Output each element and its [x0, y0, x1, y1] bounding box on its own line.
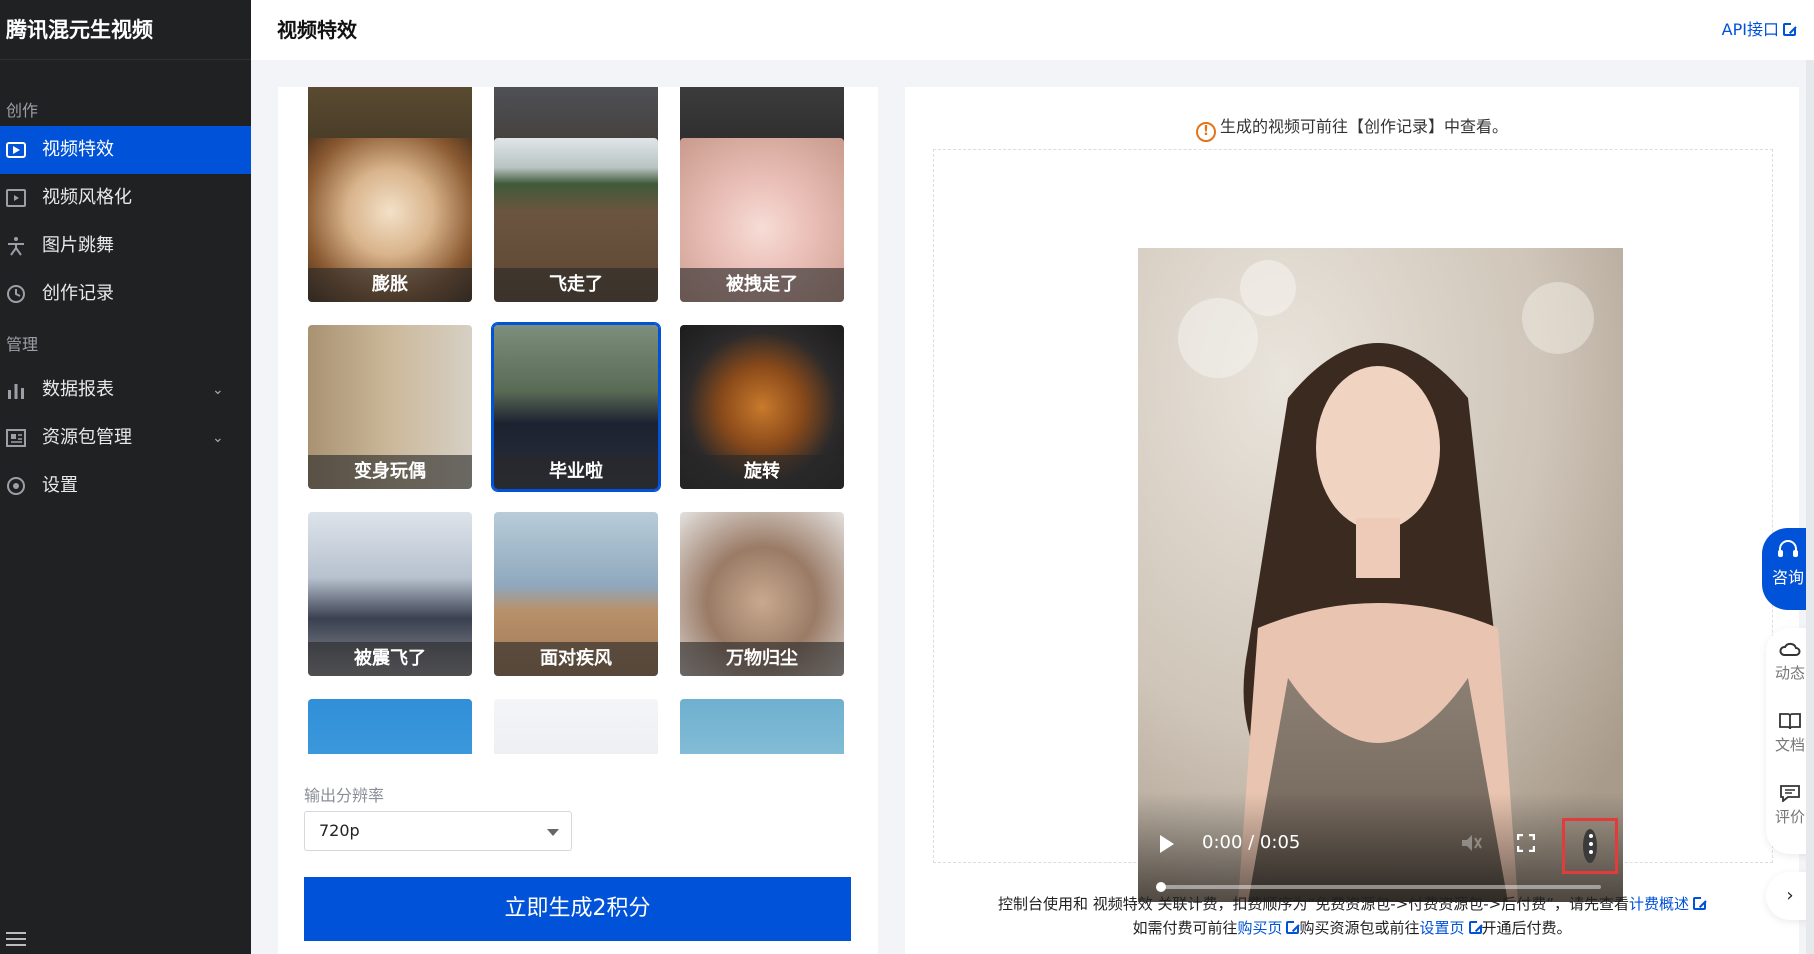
sidebar-item-label: 数据报表	[42, 379, 114, 400]
sidebar-item-video-effects[interactable]: 视频特效	[0, 126, 251, 174]
effect-label: 毕业啦	[494, 455, 658, 489]
notice-bar: ! 生成的视频可前往【创作记录】中查看。	[905, 113, 1799, 142]
effect-label: 膨胀	[308, 268, 472, 302]
effect-tile-inflate[interactable]: 膨胀	[306, 136, 474, 304]
sidebar-item-label: 视频特效	[42, 139, 114, 160]
video-effect-icon	[6, 142, 26, 158]
external-link-icon	[1693, 896, 1708, 910]
nav-group-create: 创作	[6, 101, 39, 120]
dropdown-arrow-icon	[547, 829, 559, 836]
settings-icon	[7, 477, 25, 495]
payment-note-text: 开通后付费。	[1481, 919, 1572, 937]
video-controls: 0:00 / 0:05	[1138, 792, 1623, 902]
sidebar-item-label: 图片跳舞	[42, 235, 114, 256]
collapse-menu-icon[interactable]	[6, 932, 26, 946]
effect-tile-facing-wind[interactable]: 面对疾风	[492, 510, 660, 678]
api-link-label: API接口	[1721, 20, 1779, 39]
effect-tile-pulled-away[interactable]: 被拽走了	[678, 136, 846, 304]
page-scrollbar[interactable]	[1806, 60, 1814, 954]
effect-tile-doll[interactable]: 变身玩偶	[306, 323, 474, 491]
resolution-select[interactable]: 720p	[304, 811, 572, 851]
resolution-value: 720p	[319, 821, 360, 840]
settings-page-link[interactable]: 设置页	[1420, 919, 1465, 937]
effect-tile-fly-away[interactable]: 飞走了	[492, 136, 660, 304]
effect-tile-partial[interactable]	[678, 697, 846, 754]
effect-label: 飞走了	[494, 268, 658, 302]
effect-tile-partial[interactable]	[306, 697, 474, 754]
history-icon	[7, 285, 25, 303]
effects-grid: 膨胀 飞走了 被拽走了 变身玩偶 毕业啦 旋转 被震飞了 面对疾风 万物归尘	[306, 87, 852, 754]
external-link-icon	[1468, 920, 1483, 934]
book-icon	[1779, 713, 1801, 730]
preview-panel: ! 生成的视频可前往【创作记录】中查看。 0:00 / 0:05 控制台使用和 …	[905, 87, 1799, 954]
effects-panel: 膨胀 飞走了 被拽走了 变身玩偶 毕业啦 旋转 被震飞了 面对疾风 万物归尘 输…	[278, 87, 878, 954]
effect-label: 面对疾风	[494, 642, 658, 676]
chevron-down-icon: ⌄	[212, 430, 224, 446]
brand-title: 腾讯混元生视频	[0, 0, 251, 60]
sidebar: 腾讯混元生视频 创作 视频特效 视频风格化 图片跳舞 创作记录 管理 数据报表 …	[0, 0, 251, 954]
generate-button[interactable]: 立即生成2积分	[304, 877, 851, 941]
effect-label: 被拽走了	[680, 268, 844, 302]
sidebar-item-packages[interactable]: 资源包管理 ⌄	[0, 414, 251, 462]
effect-tile-graduation[interactable]: 毕业啦	[492, 323, 660, 491]
more-options-button[interactable]	[1562, 818, 1618, 874]
cloud-icon	[1779, 642, 1801, 656]
notice-text: 生成的视频可前往【创作记录】中查看。	[1219, 117, 1508, 136]
effect-label: 旋转	[680, 455, 844, 489]
effect-tile-partial[interactable]	[492, 697, 660, 754]
sidebar-item-video-stylize[interactable]: 视频风格化	[0, 174, 251, 222]
external-link-icon	[1286, 920, 1301, 934]
payment-note: 如需付费可前往购买页 购买资源包或前往设置页 开通后付费。	[905, 917, 1799, 938]
external-link-icon	[1783, 22, 1797, 36]
nav-group-manage: 管理	[6, 335, 39, 354]
fullscreen-icon[interactable]	[1517, 834, 1535, 852]
sidebar-item-reports[interactable]: 数据报表 ⌄	[0, 366, 251, 414]
video-player[interactable]: 0:00 / 0:05	[1138, 248, 1623, 902]
bar-chart-icon	[8, 384, 24, 399]
billing-note-text: 控制台使用和 视频特效 关联计费，扣费顺序为“免费资源包->付费资源包->后付费…	[997, 895, 1630, 913]
video-progress-bar[interactable]	[1156, 882, 1601, 892]
play-icon[interactable]	[1160, 835, 1174, 853]
purchase-page-link[interactable]: 购买页	[1237, 919, 1282, 937]
sidebar-item-history[interactable]: 创作记录	[0, 270, 251, 318]
billing-note: 控制台使用和 视频特效 关联计费，扣费顺序为“免费资源包->付费资源包->后付费…	[905, 893, 1799, 914]
effect-label: 被震飞了	[308, 642, 472, 676]
effect-tile-blown-away[interactable]: 被震飞了	[306, 510, 474, 678]
sidebar-item-image-dance[interactable]: 图片跳舞	[0, 222, 251, 270]
payment-note-text: 如需付费可前往	[1132, 919, 1238, 937]
effect-tile-rotate[interactable]: 旋转	[678, 323, 846, 491]
sidebar-item-label: 视频风格化	[42, 187, 132, 208]
volume-icon[interactable]	[1460, 832, 1482, 854]
warning-icon: !	[1195, 122, 1216, 142]
preview-area: 0:00 / 0:05	[933, 149, 1773, 902]
api-link[interactable]: API接口	[1721, 16, 1797, 40]
chevron-down-icon: ⌄	[212, 382, 224, 398]
payment-note-text: 购买资源包或前往	[1299, 919, 1420, 937]
comment-icon	[1780, 785, 1800, 803]
package-icon	[6, 429, 26, 447]
video-time: 0:00 / 0:05	[1202, 832, 1301, 853]
chevron-right-icon: ›	[1786, 885, 1794, 906]
effect-tile-dust[interactable]: 万物归尘	[678, 510, 846, 678]
progress-knob[interactable]	[1156, 882, 1166, 892]
resolution-label: 输出分辨率	[304, 786, 385, 805]
sidebar-item-label: 创作记录	[42, 283, 114, 304]
sidebar-item-settings[interactable]: 设置	[0, 462, 251, 510]
headset-icon	[1778, 540, 1798, 557]
page-title: 视频特效	[277, 18, 357, 42]
effect-label: 万物归尘	[680, 642, 844, 676]
video-play-icon	[6, 189, 26, 207]
sidebar-item-label: 设置	[42, 475, 78, 496]
billing-overview-link[interactable]: 计费概述	[1629, 895, 1689, 913]
header: 视频特效 API接口	[251, 0, 1814, 60]
dance-icon	[8, 237, 24, 256]
effect-label: 变身玩偶	[308, 455, 472, 489]
sidebar-item-label: 资源包管理	[42, 427, 132, 448]
